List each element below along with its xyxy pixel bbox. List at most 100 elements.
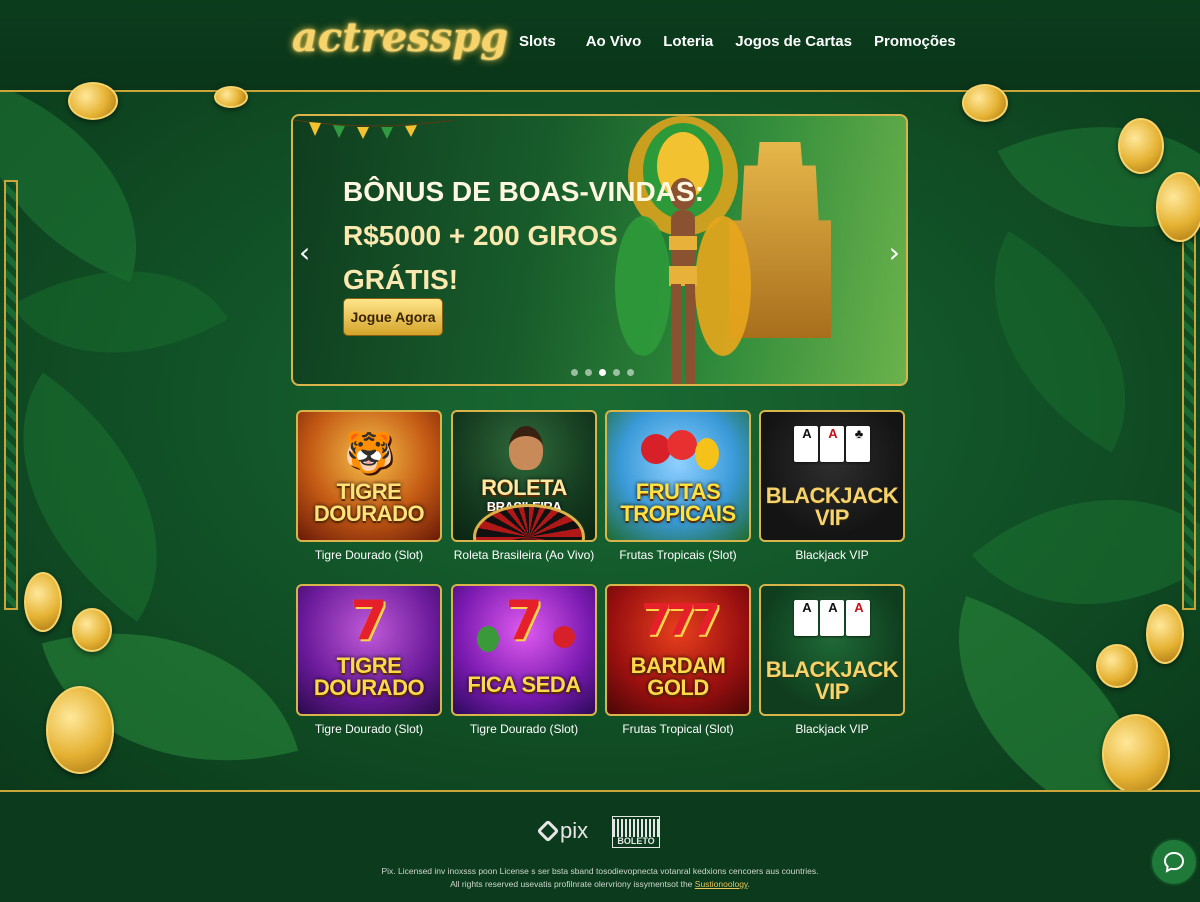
carousel-dot[interactable] [585,369,592,376]
game-card[interactable]: ROLETA BRASILEIRA Roleta Brasileira (Ao … [451,410,597,562]
chat-bubble-svg [1163,851,1185,873]
tiger-icon: 🐯 [344,430,394,476]
leaf-decoration [938,231,1182,453]
pix-icon [536,819,560,843]
gold-coin-icon [1118,118,1164,174]
card-icon: A [820,426,844,462]
game-thumbnail[interactable]: A A ♣ BLACKJACK VIP [759,410,905,542]
promo-banner[interactable]: BÔNUS DE BOAS-VINDAS: R$5000 + 200 GIROS… [291,114,908,386]
boleto-label: BOLETO [617,836,655,846]
chevron-left-icon[interactable]: ‹ [299,236,310,269]
nav-loteria[interactable]: Loteria [652,33,724,50]
play-now-button[interactable]: Jogue Agora [343,298,443,336]
card-icon: A [820,600,844,636]
playing-cards-icon: A A ♣ [794,426,870,462]
game-thumb-title-line2: DOURADO [313,501,425,526]
legal-text-line1: Pix. Licensed inv inoxsss poon License s… [381,866,819,876]
nav-promocoes[interactable]: Promoções [863,33,967,50]
game-thumb-title: FRUTAS TROPICAIS [620,481,736,526]
game-label[interactable]: Blackjack VIP [759,722,905,736]
fruit-icon [553,626,575,648]
chat-bubble-icon[interactable] [1150,838,1198,886]
carousel-dot-active[interactable] [599,369,606,376]
game-thumb-title-line2: TROPICAIS [620,501,736,526]
game-label[interactable]: Roleta Brasileira (Ao Vivo) [451,548,597,562]
game-card[interactable]: A A ♣ BLACKJACK VIP Blackjack VIP [759,410,905,562]
gold-coin-icon [962,84,1008,122]
game-thumb-title-line2: DOURADO [313,675,425,700]
game-thumb-title-line2: VIP [815,679,849,704]
gold-coin-icon [24,572,62,632]
game-thumb-title: TIGRE DOURADO [313,481,425,526]
bunting-decoration [293,119,453,139]
fruit-icon [695,438,719,470]
game-label[interactable]: Tigre Dourado (Slot) [296,722,442,736]
dealer-avatar [509,426,543,470]
triple-seven-icon: 777 [641,595,721,646]
chevron-right-icon[interactable]: › [889,236,900,269]
game-card[interactable]: 7 TIGRE DOURADO Tigre Dourado (Slot) [296,584,442,736]
game-card[interactable]: FRUTAS TROPICAIS Frutas Tropicais (Slot) [605,410,751,562]
game-label[interactable]: Blackjack VIP [759,548,905,562]
banner-headline: BÔNUS DE BOAS-VINDAS: R$5000 + 200 GIROS… [343,170,704,302]
game-label[interactable]: Frutas Tropicais (Slot) [605,548,751,562]
pix-label: pix [560,818,589,843]
card-icon: ♣ [846,426,870,462]
game-card[interactable]: A A A BLACKJACK VIP Blackjack VIP [759,584,905,736]
boleto-logo: BOLETO [612,816,660,848]
card-icon: A [794,426,818,462]
gold-coin-icon [1156,172,1200,242]
legal-text-end: . [747,879,750,889]
site-logo[interactable]: actresspg [292,14,508,61]
game-thumb-title: TIGRE DOURADO [313,655,425,700]
carousel-dot[interactable] [613,369,620,376]
game-thumbnail[interactable]: 777 BARDAM GOLD [605,584,751,716]
lucky-seven-icon: 7 [505,589,543,652]
game-label[interactable]: Tigre Dourado (Slot) [451,722,597,736]
site-footer: pix BOLETO Pix. Licensed inv inoxsss poo… [0,790,1200,902]
game-thumb-title-line1: FICA SEDA [467,672,581,697]
game-label[interactable]: Tigre Dourado (Slot) [296,548,442,562]
game-card[interactable]: 🐯 TIGRE DOURADO Tigre Dourado (Slot) [296,410,442,562]
leaf-decoration [0,92,178,282]
game-thumbnail[interactable]: ROLETA BRASILEIRA [451,410,597,542]
nav-ao-vivo[interactable]: Ao Vivo [575,33,653,50]
banner-headline-line2: R$5000 + 200 GIROS [343,220,618,251]
game-thumbnail[interactable]: 7 FICA SEDA [451,584,597,716]
nav-slots[interactable]: Slots [508,33,567,50]
fruit-icon [641,434,671,464]
main-nav: Slots Ao Vivo Loteria Jogos de Cartas Pr… [508,33,967,50]
gold-coin-icon [1096,644,1138,688]
game-thumb-title: FICA SEDA [467,672,581,697]
game-thumbnail[interactable]: 🐯 TIGRE DOURADO [296,410,442,542]
game-thumbnail[interactable]: A A A BLACKJACK VIP [759,584,905,716]
legal-link[interactable]: Sustionoology [695,879,748,889]
ornate-border-left [4,180,18,610]
game-thumbnail[interactable]: FRUTAS TROPICAIS [605,410,751,542]
carousel-dots [571,369,634,376]
nav-jogos-de-cartas[interactable]: Jogos de Cartas [724,33,863,50]
carousel-dot[interactable] [627,369,634,376]
game-card[interactable]: 7 FICA SEDA Tigre Dourado (Slot) [451,584,597,736]
fruit-icon [477,626,499,652]
legal-text: All rights reserved usevatis profilnrate… [450,879,695,889]
game-thumbnail[interactable]: 7 TIGRE DOURADO [296,584,442,716]
gold-coin-icon [72,608,112,652]
game-label[interactable]: Frutas Tropical (Slot) [605,722,751,736]
carousel-dot[interactable] [571,369,578,376]
gold-coin-icon [214,86,248,108]
site-header: actresspg Slots Ao Vivo Loteria Jogos de… [0,0,1200,92]
fruit-icon [667,430,697,460]
gold-coin-icon [46,686,114,774]
game-thumb-title: BLACKJACK VIP [766,659,899,704]
pix-logo: pix [536,818,589,844]
banner-headline-line1: BÔNUS DE BOAS-VINDAS: [343,176,704,207]
game-thumb-title-line2: VIP [815,505,849,530]
game-thumb-title: BARDAM GOLD [631,655,726,699]
card-icon: A [846,600,870,636]
game-card[interactable]: 777 BARDAM GOLD Frutas Tropical (Slot) [605,584,751,736]
gold-coin-icon [1102,714,1170,794]
banner-headline-line3: GRÁTIS! [343,264,459,295]
playing-cards-icon: A A A [794,600,870,636]
legal-text-line2: All rights reserved usevatis profilnrate… [0,879,1200,889]
